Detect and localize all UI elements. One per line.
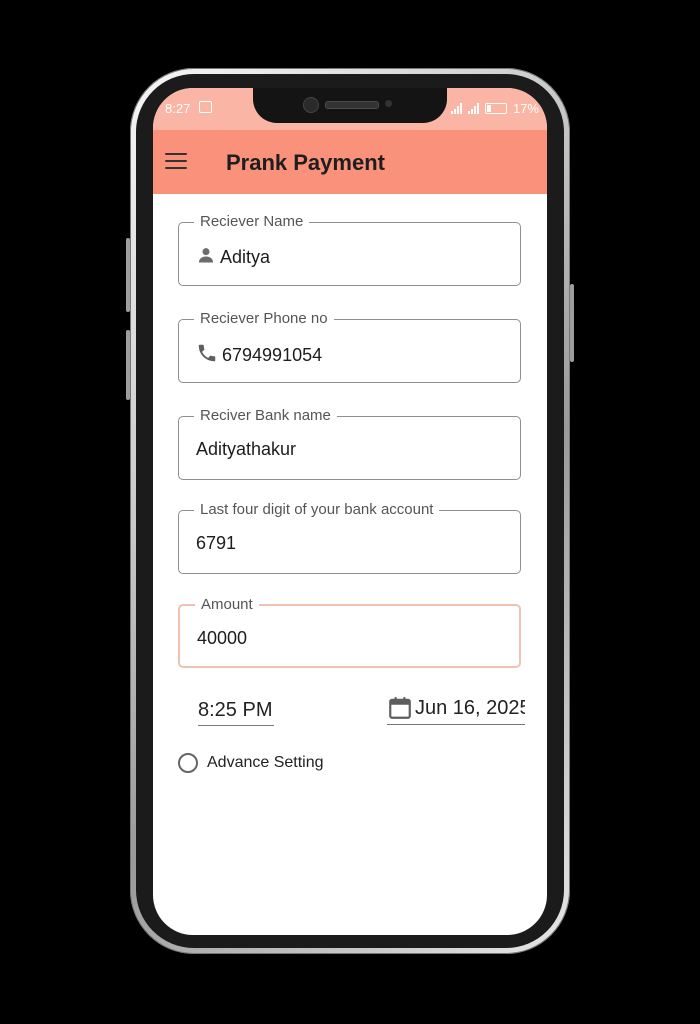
advance-setting-radio[interactable] xyxy=(178,753,198,773)
date-picker[interactable]: Jun 16, 2025 xyxy=(387,695,525,725)
front-camera xyxy=(303,97,319,113)
status-bar: 8:27 17% xyxy=(153,88,547,130)
earpiece-speaker xyxy=(325,101,379,109)
last-four-digit-label: Last four digit of your bank account xyxy=(194,501,440,518)
volume-down-button xyxy=(126,330,130,400)
time-value: 8:25 PM xyxy=(198,699,273,721)
advance-setting-option[interactable]: Advance Setting xyxy=(178,753,324,773)
date-value: Jun 16, 2025 xyxy=(415,696,525,719)
phone-icon xyxy=(196,342,218,369)
last-four-digit-value: 6791 xyxy=(196,533,237,553)
receiver-name-field[interactable]: Reciever Name Aditya xyxy=(178,213,521,286)
time-picker[interactable]: 8:25 PM xyxy=(198,699,274,726)
amount-value: 40000 xyxy=(197,628,248,648)
hamburger-menu-icon[interactable] xyxy=(165,153,187,169)
phone-screen: 8:27 17% Prank Payment Reciever Name Adi… xyxy=(153,88,547,935)
receiver-phone-label: Reciever Phone no xyxy=(194,310,334,327)
status-time: 8:27 xyxy=(165,101,191,116)
amount-field[interactable]: Amount 40000 xyxy=(178,596,521,668)
app-bar: Prank Payment xyxy=(153,130,547,194)
amount-label: Amount xyxy=(195,596,259,613)
signal-icon-2 xyxy=(467,103,479,114)
advance-setting-label: Advance Setting xyxy=(207,754,324,771)
last-four-digit-field[interactable]: Last four digit of your bank account 679… xyxy=(178,501,521,574)
battery-percent: 17% xyxy=(512,101,539,116)
proximity-sensor xyxy=(385,100,392,107)
person-icon xyxy=(196,245,216,270)
image-notification-icon xyxy=(199,101,212,113)
receiver-phone-value: 6794991054 xyxy=(222,345,323,365)
bank-name-field[interactable]: Reciver Bank name Adityathakur xyxy=(178,407,521,480)
camera-notch xyxy=(253,88,447,123)
power-button xyxy=(570,284,574,362)
receiver-name-value: Aditya xyxy=(220,247,271,267)
bank-name-value: Adityathakur xyxy=(196,439,297,459)
signal-icon xyxy=(450,103,462,114)
calendar-icon xyxy=(389,697,411,719)
status-indicators: 17% xyxy=(450,101,539,116)
bank-name-label: Reciver Bank name xyxy=(194,407,337,424)
battery-icon xyxy=(484,103,507,114)
receiver-phone-field[interactable]: Reciever Phone no 6794991054 xyxy=(178,310,521,383)
app-title: Prank Payment xyxy=(226,150,385,175)
receiver-name-label: Reciever Name xyxy=(194,213,310,230)
volume-up-button xyxy=(126,238,130,312)
